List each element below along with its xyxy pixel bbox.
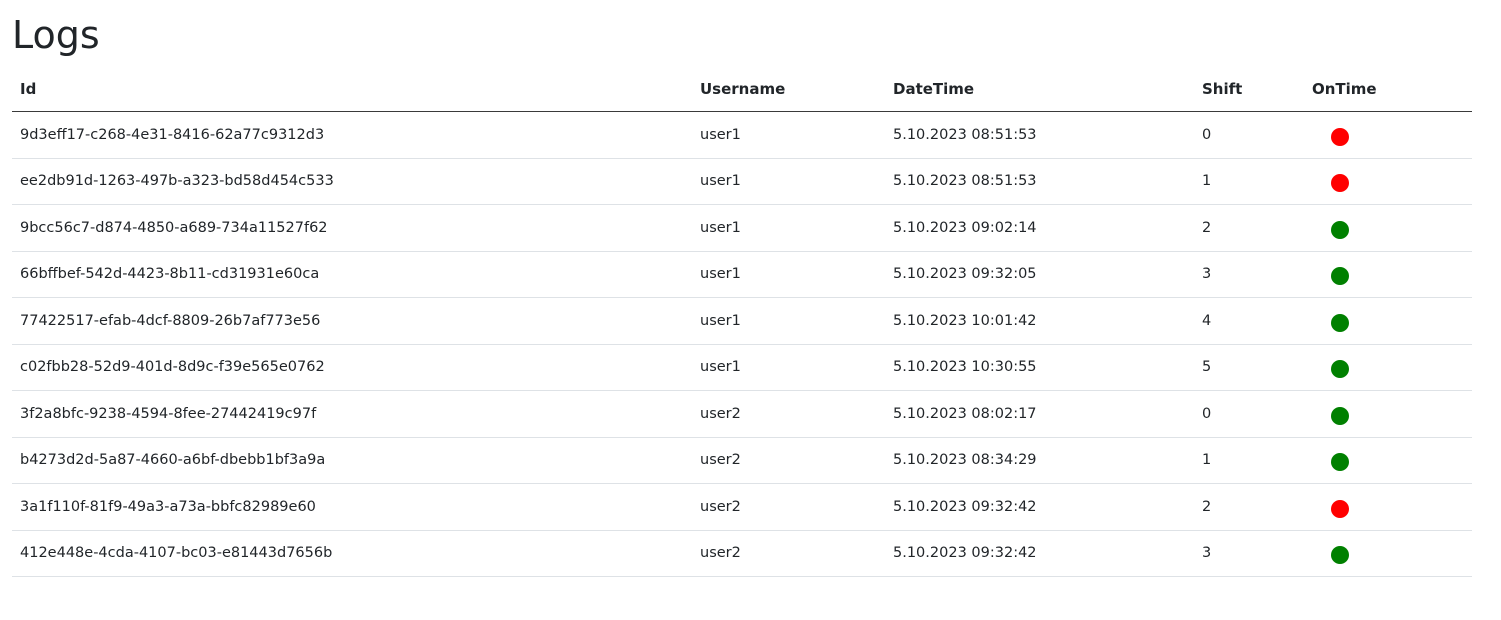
username-cell: user1 (692, 158, 885, 205)
shift-cell: 3 (1194, 251, 1304, 298)
red-status-dot-icon (1331, 127, 1349, 146)
ontime-cell (1304, 297, 1472, 345)
table-row: 3f2a8bfc-9238-4594-8fee-27442419c97f user… (12, 390, 1472, 438)
green-status-dot-icon (1331, 406, 1349, 425)
datetime-cell: 5.10.2023 08:34:29 (885, 437, 1194, 484)
column-header-ontime: OnTime (1304, 66, 1472, 112)
username-cell: user1 (692, 297, 885, 345)
shift-cell: 4 (1194, 297, 1304, 345)
datetime-cell: 5.10.2023 09:32:42 (885, 483, 1194, 531)
ontime-cell (1304, 390, 1472, 438)
table-row: 9bcc56c7-d874-4850-a689-734a11527f62 user… (12, 204, 1472, 252)
table-row: b4273d2d-5a87-4660-a6bf-dbebb1bf3a9a user… (12, 437, 1472, 484)
green-status-dot-icon (1331, 267, 1349, 286)
ontime-cell (1304, 530, 1472, 577)
username-cell: user1 (692, 344, 885, 391)
datetime-cell: 5.10.2023 08:51:53 (885, 111, 1194, 159)
shift-cell: 3 (1194, 530, 1304, 577)
log-id-cell: 66bffbef-542d-4423-8b11-cd31931e60ca (12, 251, 692, 298)
table-body: 9d3eff17-c268-4e31-8416-62a77c9312d3 user… (12, 111, 1472, 577)
username-cell: user1 (692, 111, 885, 159)
table-header: Id Username DateTime Shift OnTime (12, 66, 1472, 112)
log-id-cell: c02fbb28-52d9-401d-8d9c-f39e565e0762 (12, 344, 692, 391)
log-id-cell: b4273d2d-5a87-4660-a6bf-dbebb1bf3a9a (12, 437, 692, 484)
ontime-cell (1304, 437, 1472, 484)
green-status-dot-icon (1331, 313, 1349, 332)
table-row: 3a1f110f-81f9-49a3-a73a-bbfc82989e60 user… (12, 483, 1472, 531)
shift-cell: 2 (1194, 483, 1304, 531)
datetime-cell: 5.10.2023 09:32:42 (885, 530, 1194, 577)
red-status-dot-icon (1331, 174, 1349, 193)
shift-cell: 0 (1194, 390, 1304, 438)
username-cell: user2 (692, 437, 885, 484)
ontime-cell (1304, 483, 1472, 531)
shift-cell: 0 (1194, 111, 1304, 159)
green-status-dot-icon (1331, 360, 1349, 379)
username-cell: user1 (692, 251, 885, 298)
username-cell: user2 (692, 483, 885, 531)
table-row: c02fbb28-52d9-401d-8d9c-f39e565e0762 user… (12, 344, 1472, 391)
ontime-cell (1304, 344, 1472, 391)
green-status-dot-icon (1331, 453, 1349, 472)
log-id-cell: 9d3eff17-c268-4e31-8416-62a77c9312d3 (12, 111, 692, 159)
username-cell: user2 (692, 390, 885, 438)
shift-cell: 5 (1194, 344, 1304, 391)
shift-cell: 2 (1194, 204, 1304, 252)
ontime-cell (1304, 111, 1472, 159)
green-status-dot-icon (1331, 546, 1349, 565)
username-cell: user1 (692, 204, 885, 252)
ontime-cell (1304, 204, 1472, 252)
log-id-cell: 3a1f110f-81f9-49a3-a73a-bbfc82989e60 (12, 483, 692, 531)
table-row: 77422517-efab-4dcf-8809-26b7af773e56 user… (12, 297, 1472, 345)
table-row: ee2db91d-1263-497b-a323-bd58d454c533 user… (12, 158, 1472, 205)
table-row: 412e448e-4cda-4107-bc03-e81443d7656b user… (12, 530, 1472, 577)
table-row: 9d3eff17-c268-4e31-8416-62a77c9312d3 user… (12, 111, 1472, 159)
shift-cell: 1 (1194, 158, 1304, 205)
column-header-username: Username (692, 66, 885, 112)
shift-cell: 1 (1194, 437, 1304, 484)
datetime-cell: 5.10.2023 09:32:05 (885, 251, 1194, 298)
log-id-cell: 9bcc56c7-d874-4850-a689-734a11527f62 (12, 204, 692, 252)
datetime-cell: 5.10.2023 09:02:14 (885, 204, 1194, 252)
log-id-cell: 412e448e-4cda-4107-bc03-e81443d7656b (12, 530, 692, 577)
column-header-id: Id (12, 66, 692, 112)
column-header-shift: Shift (1194, 66, 1304, 112)
ontime-cell (1304, 158, 1472, 205)
logs-table: Id Username DateTime Shift OnTime 9d3eff… (12, 66, 1472, 577)
log-id-cell: 77422517-efab-4dcf-8809-26b7af773e56 (12, 297, 692, 345)
datetime-cell: 5.10.2023 10:01:42 (885, 297, 1194, 345)
username-cell: user2 (692, 530, 885, 577)
ontime-cell (1304, 251, 1472, 298)
green-status-dot-icon (1331, 220, 1349, 239)
table-row: 66bffbef-542d-4423-8b11-cd31931e60ca user… (12, 251, 1472, 298)
log-id-cell: 3f2a8bfc-9238-4594-8fee-27442419c97f (12, 390, 692, 438)
page-title: Logs (12, 13, 100, 57)
red-status-dot-icon (1331, 499, 1349, 518)
log-id-cell: ee2db91d-1263-497b-a323-bd58d454c533 (12, 158, 692, 205)
datetime-cell: 5.10.2023 08:02:17 (885, 390, 1194, 438)
column-header-datetime: DateTime (885, 66, 1194, 112)
datetime-cell: 5.10.2023 10:30:55 (885, 344, 1194, 391)
datetime-cell: 5.10.2023 08:51:53 (885, 158, 1194, 205)
header-row: Id Username DateTime Shift OnTime (12, 66, 1472, 112)
